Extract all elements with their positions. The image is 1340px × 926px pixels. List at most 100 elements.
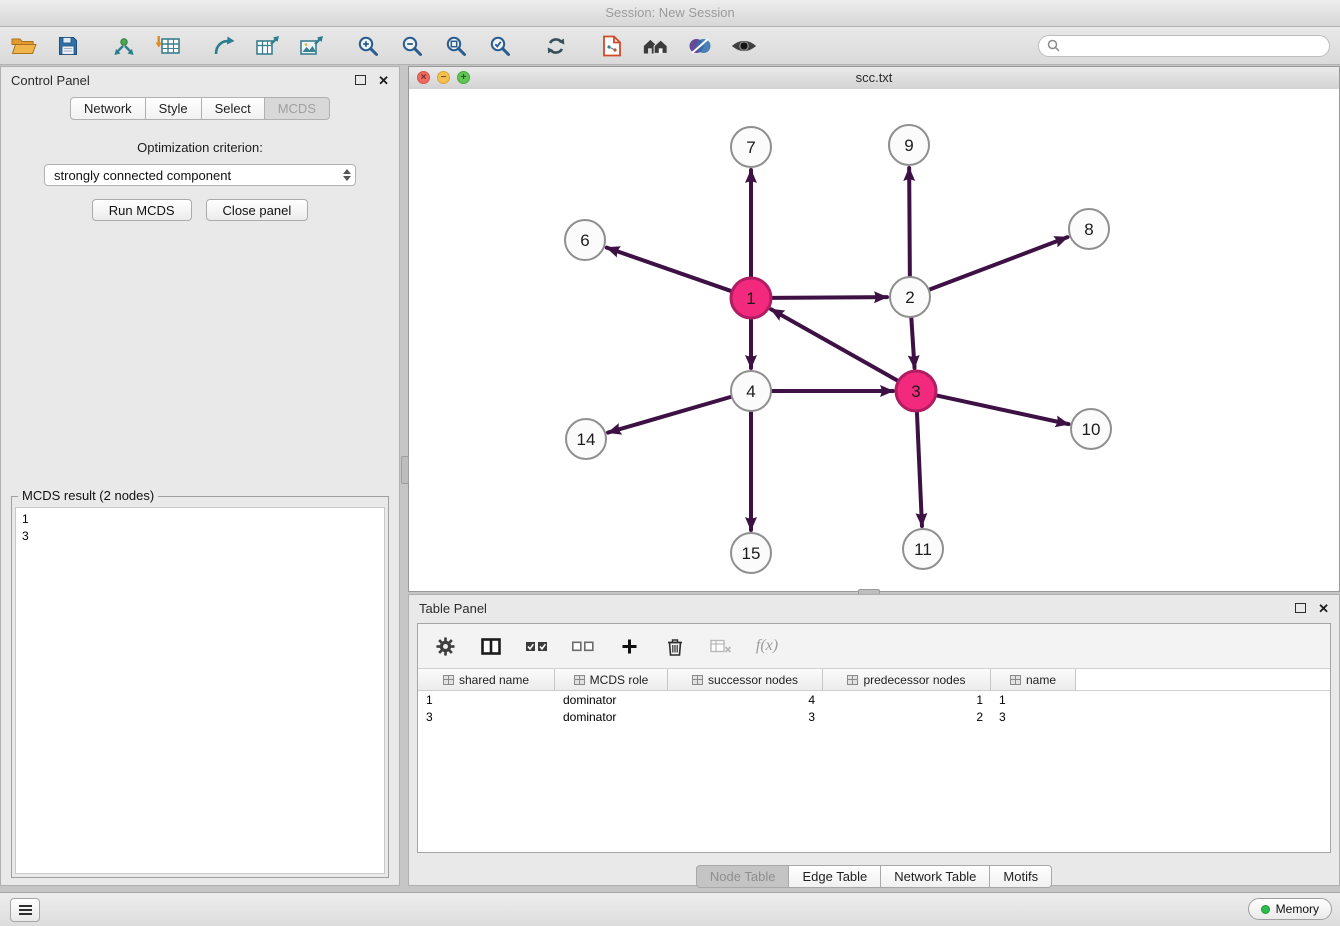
save-session-button[interactable] (54, 32, 82, 60)
table-settings-button[interactable] (432, 633, 458, 659)
task-history-button[interactable] (10, 898, 40, 922)
float-table-panel-button[interactable] (1295, 601, 1306, 616)
panel-splitter-handle-vertical[interactable] (401, 456, 409, 484)
network-window-title: scc.txt (409, 67, 1339, 89)
graph-node-4[interactable]: 4 (731, 371, 771, 411)
graph-node-2[interactable]: 2 (890, 277, 930, 317)
svg-text:14: 14 (577, 430, 596, 449)
tab-edge-table[interactable]: Edge Table (788, 865, 881, 888)
status-bar: Memory (0, 892, 1340, 926)
export-table-button[interactable] (254, 32, 282, 60)
function-builder-button[interactable]: f(x) (754, 633, 780, 659)
criterion-dropdown-value: strongly connected component (54, 168, 231, 183)
network-window-titlebar[interactable]: ×−+ scc.txt (409, 67, 1339, 90)
zoom-in-button[interactable] (354, 32, 382, 60)
svg-text:7: 7 (746, 138, 755, 157)
graph-node-15[interactable]: 15 (731, 533, 771, 573)
graph-edge-3-1[interactable] (771, 309, 898, 380)
graph-edge-1-6[interactable] (607, 248, 731, 291)
run-mcds-button[interactable]: Run MCDS (92, 199, 192, 221)
first-neighbors-button[interactable] (642, 32, 670, 60)
table-body: 1dominator4113dominator323 (418, 691, 1330, 725)
trash-icon (667, 637, 683, 656)
graph-node-6[interactable]: 6 (565, 220, 605, 260)
svg-text:8: 8 (1084, 220, 1093, 239)
close-panel-action-button[interactable]: Close panel (206, 199, 309, 221)
float-panel-button[interactable] (355, 73, 366, 88)
window-titlebar: Session: New Session (0, 0, 1340, 27)
show-columns-button[interactable] (478, 633, 504, 659)
close-window-button[interactable]: × (417, 71, 430, 84)
refresh-layout-button[interactable] (542, 32, 570, 60)
graph-edge-4-14[interactable] (608, 397, 731, 433)
zoom-selected-button[interactable] (486, 32, 514, 60)
plus-icon (622, 639, 637, 654)
graph-node-1[interactable]: 1 (731, 278, 771, 318)
import-table-button[interactable] (154, 32, 182, 60)
list-icon (19, 909, 32, 911)
delete-column-button[interactable] (662, 633, 688, 659)
export-image-button[interactable] (298, 32, 326, 60)
graph-edge-3-11[interactable] (917, 412, 922, 526)
column-header-name[interactable]: name (991, 669, 1076, 690)
open-session-button[interactable] (10, 32, 38, 60)
graph-node-8[interactable]: 8 (1069, 209, 1109, 249)
memory-button[interactable]: Memory (1248, 898, 1332, 920)
tab-network-table[interactable]: Network Table (880, 865, 990, 888)
column-header-mcds-role[interactable]: MCDS role (555, 669, 668, 690)
delete-table-button[interactable] (708, 633, 734, 659)
column-header-successor-nodes[interactable]: successor nodes (668, 669, 823, 690)
table-row[interactable]: 3dominator323 (418, 708, 1330, 725)
deselect-all-columns-button[interactable] (570, 633, 596, 659)
table-row[interactable]: 1dominator411 (418, 691, 1330, 708)
column-header-shared-name[interactable]: shared name (418, 669, 555, 690)
tab-node-table[interactable]: Node Table (696, 865, 790, 888)
graph-edge-2-8[interactable] (930, 237, 1068, 289)
search-icon (1047, 39, 1060, 52)
graph-edge-2-9[interactable] (909, 168, 910, 276)
add-column-button[interactable] (616, 633, 642, 659)
graph-edge-2-3[interactable] (911, 318, 914, 368)
style-paint-button[interactable] (686, 32, 714, 60)
close-control-panel-button[interactable]: ✕ (378, 74, 389, 87)
search-input[interactable] (1065, 37, 1321, 54)
zoom-out-button[interactable] (398, 32, 426, 60)
graph-node-3[interactable]: 3 (896, 371, 936, 411)
zoom-fit-button[interactable] (442, 32, 470, 60)
zoom-out-icon (401, 35, 423, 57)
network-graph[interactable]: 7 9 6 8 1 2 4 3 14 10 15 11 (409, 89, 1339, 591)
dropdown-stepper-icon (343, 169, 351, 181)
table-cell: 3 (991, 710, 1076, 724)
table-cell: dominator (555, 693, 668, 707)
import-network-button[interactable] (110, 32, 138, 60)
graph-node-9[interactable]: 9 (889, 125, 929, 165)
table-panel-tabs: Node TableEdge TableNetwork TableMotifs (409, 865, 1339, 888)
select-all-columns-button[interactable] (524, 633, 550, 659)
search-box[interactable] (1038, 35, 1330, 57)
minimize-window-button[interactable]: − (437, 71, 450, 84)
zoom-fit-icon (445, 35, 467, 57)
graph-node-10[interactable]: 10 (1071, 409, 1111, 449)
mcds-result-list[interactable]: 13 (15, 507, 385, 874)
network-document-button[interactable] (598, 32, 626, 60)
network-canvas[interactable]: 7 9 6 8 1 2 4 3 14 10 15 11 (409, 89, 1339, 591)
export-network-button[interactable] (210, 32, 238, 60)
toolbar-group-export (210, 32, 326, 60)
tab-style[interactable]: Style (145, 97, 202, 120)
column-header-predecessor-nodes[interactable]: predecessor nodes (823, 669, 991, 690)
graph-node-14[interactable]: 14 (566, 419, 606, 459)
tab-network[interactable]: Network (70, 97, 146, 120)
column-header-label: MCDS role (590, 673, 649, 687)
tab-motifs[interactable]: Motifs (989, 865, 1052, 888)
graph-edge-3-10[interactable] (937, 395, 1069, 424)
venn-diagram-icon (687, 36, 713, 56)
graph-edge-1-2[interactable] (772, 297, 887, 298)
show-details-button[interactable] (730, 32, 758, 60)
tab-select[interactable]: Select (201, 97, 265, 120)
zoom-window-button[interactable]: + (457, 71, 470, 84)
graph-node-11[interactable]: 11 (903, 529, 943, 569)
graph-node-7[interactable]: 7 (731, 127, 771, 167)
close-table-panel-button[interactable]: ✕ (1318, 602, 1329, 615)
criterion-dropdown[interactable]: strongly connected component (44, 164, 356, 186)
tab-mcds[interactable]: MCDS (264, 97, 330, 120)
